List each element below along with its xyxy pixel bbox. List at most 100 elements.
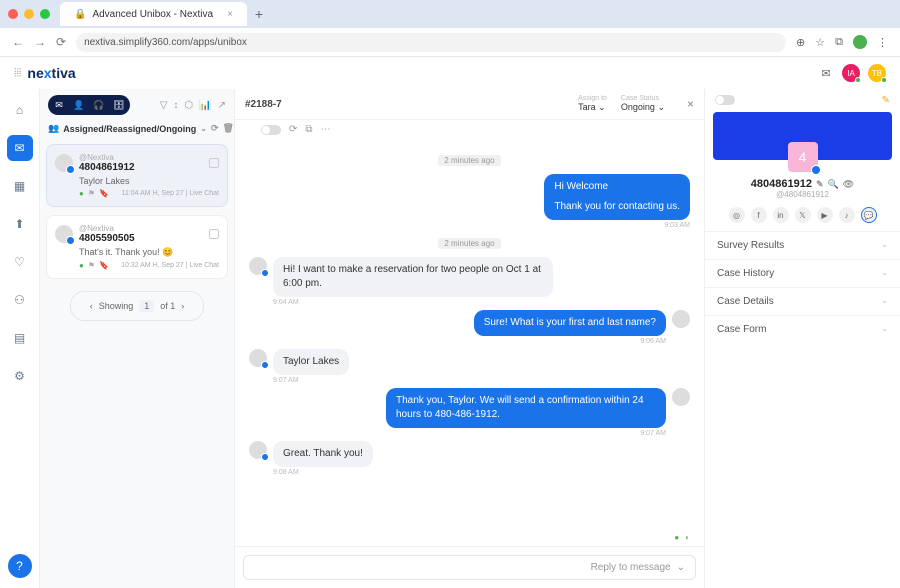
left-rail: ⌂ ✉ ▦ ⬆ ♡ ⚇ ▤ ⚙ ? <box>0 89 40 588</box>
user-avatar-1[interactable]: IA <box>842 64 860 82</box>
upload-icon[interactable]: ⬆ <box>7 211 33 237</box>
chat-header: #2188-7 Assign to Tara ⌄ Case Status Ong… <box>235 89 704 120</box>
menu-icon[interactable]: ⋮ <box>877 36 888 49</box>
chart-icon[interactable]: 📊 <box>199 100 211 111</box>
agent-avatar <box>672 310 690 328</box>
home-icon[interactable]: ⌂ <box>7 97 33 123</box>
instagram-icon[interactable]: ◎ <box>729 207 745 223</box>
url-bar: ← → ⟳ ⊕ ☆ ⧉ ⋮ <box>0 28 900 56</box>
settings-icon[interactable]: ⚙ <box>7 363 33 389</box>
edit-icon[interactable]: ✎ <box>882 95 890 106</box>
accordion-case-details[interactable]: Case Details⌄ <box>705 287 900 315</box>
sort-icon[interactable]: ↕ <box>173 100 178 111</box>
message-bubble: Thank you, Taylor. We will send a confir… <box>386 388 666 428</box>
twitter-icon[interactable]: 𝕏 <box>795 207 811 223</box>
forward-button[interactable]: → <box>34 35 46 49</box>
message-bubble: Taylor Lakes <box>273 349 349 375</box>
accordion-case-form[interactable]: Case Form⌄ <box>705 315 900 343</box>
channel-mail-icon[interactable]: ✉ <box>50 97 68 113</box>
refresh-chat-icon[interactable]: ⟳ <box>289 124 297 135</box>
conversation-card[interactable]: @Nextiva 4805590505 That's it. Thank you… <box>46 215 228 279</box>
copy-icon[interactable]: ⧉ <box>305 124 312 135</box>
filter-icon[interactable]: ▽ <box>160 100 168 111</box>
search-profile-icon[interactable]: 🔍 <box>828 179 839 190</box>
select-checkbox[interactable] <box>209 229 219 239</box>
reply-input[interactable]: Reply to message ⌄ <box>243 555 696 580</box>
chat-channel-icon[interactable]: 💬 <box>861 207 877 223</box>
archive-icon[interactable]: 🗑 <box>223 123 234 134</box>
facebook-icon[interactable]: f <box>751 207 767 223</box>
tiktok-icon[interactable]: ♪ <box>839 207 855 223</box>
accordion-case-history[interactable]: Case History⌄ <box>705 259 900 287</box>
heart-icon[interactable]: ♡ <box>7 249 33 275</box>
toggle-switch[interactable] <box>261 125 281 135</box>
user-avatar-2[interactable]: TB <box>868 64 886 82</box>
inbox-column: ✉ 👤 🎧 🗄 ▽ ↕ ⬡ 📊 ↗ 👥 Assigned/Reassigned/… <box>40 89 235 588</box>
inbox-icon[interactable]: ✉ <box>7 135 33 161</box>
chevron-down-icon: ⌄ <box>881 324 888 335</box>
minimize-window-icon[interactable] <box>24 9 34 19</box>
message-timestamp: 9:07 AM <box>273 377 349 384</box>
channel-filter-group: ✉ 👤 🎧 🗄 <box>48 95 130 115</box>
case-status[interactable]: Case Status Ongoing ⌄ <box>621 95 665 113</box>
search-icon[interactable]: ⊕ <box>796 36 805 49</box>
conversation-brand: @Nextiva <box>79 153 135 162</box>
profile-icon[interactable] <box>853 35 867 49</box>
new-tab-button[interactable]: + <box>255 6 263 22</box>
report-icon[interactable]: ▤ <box>7 325 33 351</box>
page-next-button[interactable]: › <box>181 301 184 311</box>
channel-user-icon[interactable]: 👤 <box>70 97 88 113</box>
flag-icon: ⚑ <box>88 189 95 198</box>
profile-handle: @4804861912 <box>705 190 900 199</box>
tab-favicon: 🔒 <box>74 9 86 20</box>
delivered-icon: ● <box>674 533 679 542</box>
browser-tab[interactable]: 🔒 Advanced Unibox - Nextiva × <box>60 2 247 26</box>
help-icon[interactable]: ? <box>8 554 32 578</box>
message-outgoing: Thank you, Taylor. We will send a confir… <box>249 388 690 437</box>
message-incoming: Taylor Lakes 9:07 AM <box>249 349 690 384</box>
apps-grid-icon[interactable]: ⦙⦙⦙ <box>14 67 21 80</box>
linkedin-icon[interactable]: in <box>773 207 789 223</box>
assign-to[interactable]: Assign to Tara ⌄ <box>578 95 607 113</box>
pager-label: Showing <box>99 301 134 311</box>
page-current: 1 <box>139 300 154 312</box>
page-prev-button[interactable]: ‹ <box>90 301 93 311</box>
profile-name: 4804861912 ✎ 🔍 👁 <box>705 178 900 190</box>
grid-icon[interactable]: ▦ <box>7 173 33 199</box>
message-timestamp: 9:03 AM <box>544 222 690 229</box>
url-input[interactable] <box>76 33 786 52</box>
close-chat-button[interactable]: × <box>687 97 694 111</box>
refresh-icon[interactable]: ⟳ <box>211 123 219 134</box>
export-icon[interactable]: ↗ <box>218 100 226 111</box>
browser-actions: ⊕ ☆ ⧉ ⋮ <box>796 35 888 49</box>
bookmark-icon[interactable]: ☆ <box>815 36 825 49</box>
maximize-window-icon[interactable] <box>40 9 50 19</box>
profile-toggle[interactable] <box>715 95 735 105</box>
youtube-icon[interactable]: ▶ <box>817 207 833 223</box>
channel-archive-icon[interactable]: 🗄 <box>110 97 128 113</box>
inbox-toolbar: ✉ 👤 🎧 🗄 ▽ ↕ ⬡ 📊 ↗ <box>40 89 234 121</box>
message-timestamp: 9:04 AM <box>273 299 553 306</box>
extensions-icon[interactable]: ⧉ <box>835 36 843 49</box>
chat-badge-icon <box>811 165 821 175</box>
filter-row[interactable]: 👥 Assigned/Reassigned/Ongoing ⌄ ⟳ 🗑 <box>40 121 234 140</box>
conversation-card[interactable]: @Nextiva 4804861912 Taylor Lakes ● ⚑ 🔖 1… <box>46 144 228 207</box>
close-window-icon[interactable] <box>8 9 18 19</box>
tab-close-icon[interactable]: × <box>227 9 233 20</box>
time-separator: 2 minutes ago <box>438 155 500 166</box>
team-icon[interactable]: ⚇ <box>7 287 33 313</box>
mail-icon[interactable]: ✉ <box>818 65 834 81</box>
more-icon[interactable]: ⋯ <box>321 124 331 135</box>
select-checkbox[interactable] <box>209 158 219 168</box>
profile-banner: 4 <box>713 112 892 160</box>
channel-headset-icon[interactable]: 🎧 <box>90 97 108 113</box>
accordion-survey-results[interactable]: Survey Results⌄ <box>705 231 900 259</box>
edit-name-icon[interactable]: ✎ <box>816 179 824 190</box>
reload-button[interactable]: ⟳ <box>56 35 66 49</box>
view-icon[interactable]: 👁 <box>843 179 854 190</box>
back-button[interactable]: ← <box>12 35 24 49</box>
browser-chrome: 🔒 Advanced Unibox - Nextiva × + ← → ⟳ ⊕ … <box>0 0 900 57</box>
conversation-preview: That's it. Thank you! 😊 <box>79 247 219 258</box>
stats-icon[interactable]: ⬡ <box>184 100 193 111</box>
conversation-title: 4804861912 <box>79 162 135 173</box>
